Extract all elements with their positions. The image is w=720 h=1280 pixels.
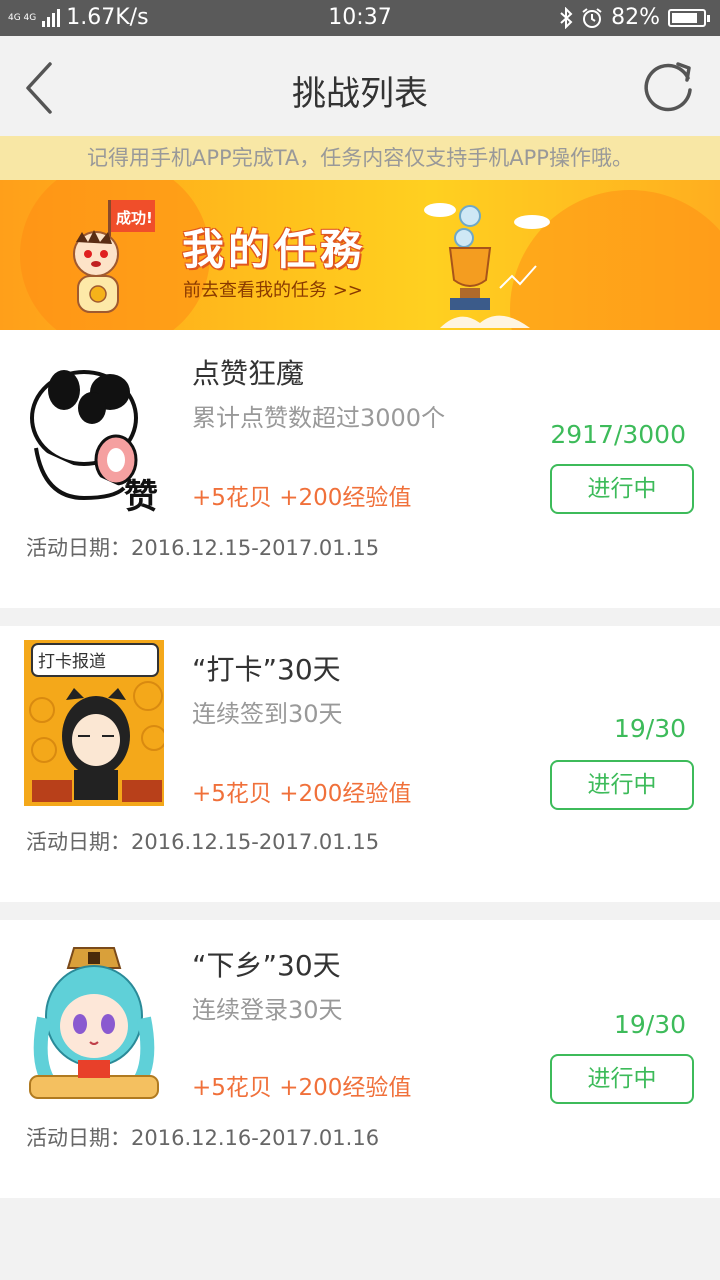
challenge-card[interactable]: “下乡”30天 连续登录30天 19/30 +5花贝 +200经验值 进行中 活… bbox=[0, 920, 720, 1198]
challenge-desc: 连续签到30天 bbox=[192, 700, 343, 728]
challenge-desc: 连续登录30天 bbox=[192, 996, 343, 1024]
checkin-image: 打卡报道 bbox=[24, 640, 164, 806]
page-title: 挑战列表 bbox=[292, 74, 428, 114]
top-nav-bar: 挑战列表 bbox=[0, 36, 720, 136]
status-right: 82% bbox=[559, 5, 710, 30]
refresh-button[interactable] bbox=[640, 56, 700, 116]
alarm-icon bbox=[582, 7, 602, 28]
challenge-name: “下乡”30天 bbox=[192, 949, 341, 982]
banner-link[interactable]: 前去查看我的任务 >> bbox=[183, 276, 363, 302]
challenge-card[interactable]: 打卡报道 “打卡”30天 连续签到30天 19/30 +5花贝 +200经验值 … bbox=[0, 626, 720, 902]
challenge-desc: 累计点赞数超过3000个 bbox=[192, 404, 446, 432]
challenge-date: 活动日期：2016.12.15-2017.01.15 bbox=[26, 830, 380, 854]
challenge-date: 活动日期：2016.12.15-2017.01.15 bbox=[26, 536, 380, 560]
status-bar: 4G 4G 1.67K/s 10:37 82% bbox=[0, 0, 720, 36]
panda-like-image: 赞 bbox=[24, 348, 164, 516]
bluetooth-icon bbox=[560, 6, 573, 29]
login-girl-image bbox=[24, 938, 164, 1106]
challenge-progress: 2917/3000 bbox=[550, 420, 686, 449]
status-button[interactable]: 进行中 bbox=[550, 1054, 694, 1104]
refresh-icon bbox=[644, 62, 692, 112]
status-button[interactable]: 进行中 bbox=[550, 464, 694, 514]
challenge-reward: +5花贝 +200经验值 bbox=[192, 1075, 412, 1101]
challenge-reward: +5花贝 +200经验值 bbox=[192, 485, 412, 511]
challenge-date: 活动日期：2016.12.16-2017.01.16 bbox=[26, 1126, 380, 1150]
trophy-icon bbox=[424, 203, 550, 328]
challenge-name: “打卡”30天 bbox=[192, 653, 341, 686]
banner-title: 我的任務 bbox=[182, 225, 367, 274]
challenge-progress: 19/30 bbox=[613, 1010, 686, 1039]
status-button[interactable]: 进行中 bbox=[550, 760, 694, 810]
flag-text: 成功! bbox=[116, 209, 153, 227]
my-tasks-banner[interactable]: 成功! 我的任務 前去查看我的任务 >> bbox=[0, 180, 720, 330]
battery-icon bbox=[668, 8, 710, 27]
image-caption: 打卡报道 bbox=[38, 652, 106, 672]
challenge-name: 点赞狂魔 bbox=[192, 357, 305, 390]
challenge-card[interactable]: 赞 点赞狂魔 累计点赞数超过3000个 2917/3000 +5花贝 +200经… bbox=[0, 330, 720, 608]
notice-banner: 记得用手机APP完成TA，任务内容仅支持手机APP操作哦。 bbox=[0, 136, 720, 180]
image-caption: 赞 bbox=[124, 477, 158, 516]
challenge-reward: +5花贝 +200经验值 bbox=[192, 781, 412, 807]
battery-percent: 82% bbox=[611, 5, 660, 30]
mascot-icon: 成功! bbox=[73, 200, 155, 313]
challenge-progress: 19/30 bbox=[613, 714, 686, 743]
